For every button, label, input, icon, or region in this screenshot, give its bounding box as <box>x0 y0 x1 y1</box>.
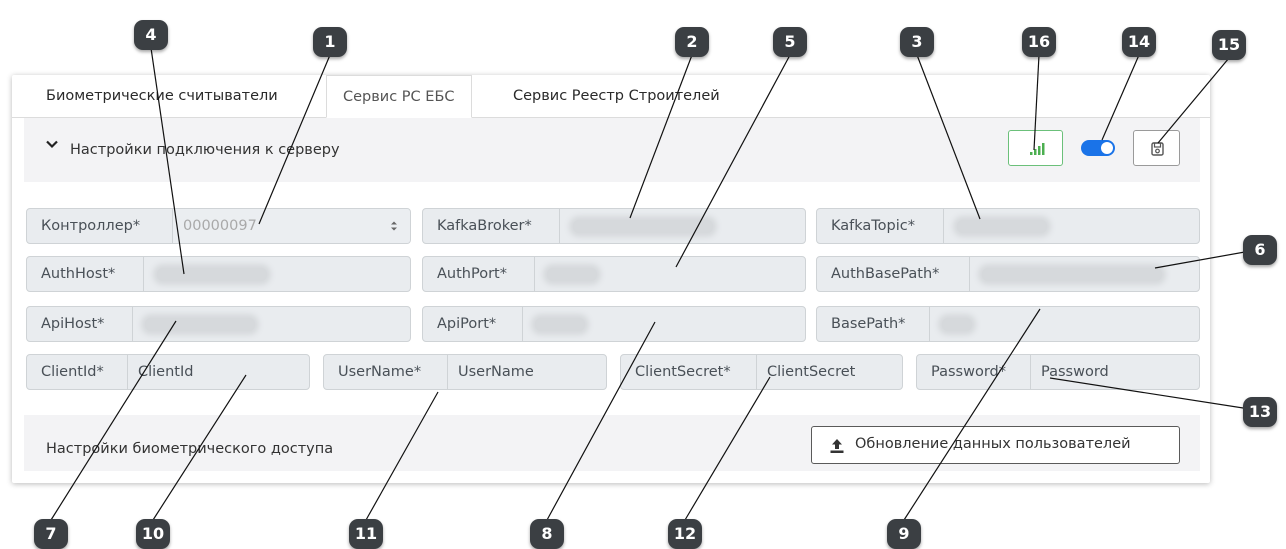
kafka-topic-label: KafkaTopic* <box>817 209 944 243</box>
save-button[interactable] <box>1133 130 1180 166</box>
api-port-value-redacted <box>535 318 585 331</box>
auth-base-path-field[interactable]: AuthBasePath* <box>816 256 1200 292</box>
kafka-topic-value-redacted <box>957 220 1047 233</box>
api-host-field[interactable]: ApiHost* <box>26 306 411 342</box>
upload-icon <box>830 439 844 453</box>
user-name-label: UserName* <box>324 355 448 389</box>
api-host-value-redacted <box>145 318 255 331</box>
callout-badge: 4 <box>134 20 168 50</box>
password-label: Password* <box>917 355 1031 389</box>
callout-badge: 9 <box>887 519 921 549</box>
user-name-field[interactable]: UserName* UserName <box>323 354 607 390</box>
callout-badge: 10 <box>136 519 170 549</box>
client-secret-label: ClientSecret* <box>621 355 757 389</box>
biometric-settings-title: Настройки биометрического доступа <box>46 441 334 457</box>
update-users-label: Обновление данных пользователей <box>855 436 1131 452</box>
password-field[interactable]: Password* Password <box>916 354 1200 390</box>
base-path-value-redacted <box>942 318 972 331</box>
connection-status-button[interactable] <box>1008 130 1063 166</box>
server-settings-title: Настройки подключения к серверу <box>70 142 340 158</box>
client-id-label: ClientId* <box>27 355 128 389</box>
callout-badge: 15 <box>1212 30 1246 60</box>
auth-host-label: AuthHost* <box>27 257 144 291</box>
client-id-value: ClientId <box>138 364 194 380</box>
kafka-topic-field[interactable]: KafkaTopic* <box>816 208 1200 244</box>
tab-builders-registry-service[interactable]: Сервис Реестр Строителей <box>497 75 736 118</box>
kafka-broker-field[interactable]: KafkaBroker* <box>422 208 806 244</box>
auth-port-field[interactable]: AuthPort* <box>422 256 806 292</box>
client-secret-value: ClientSecret <box>767 364 856 380</box>
auth-base-path-label: AuthBasePath* <box>817 257 970 291</box>
callout-badge: 11 <box>349 519 383 549</box>
api-port-field[interactable]: ApiPort* <box>422 306 806 342</box>
auth-port-value-redacted <box>547 268 597 281</box>
callout-badge: 5 <box>773 27 807 57</box>
callout-badge: 14 <box>1122 27 1156 57</box>
controller-value: 00000097 <box>173 209 410 243</box>
client-id-field[interactable]: ClientId* ClientId <box>26 354 310 390</box>
auth-host-field[interactable]: AuthHost* <box>26 256 411 292</box>
update-users-button[interactable]: Обновление данных пользователей <box>811 426 1180 464</box>
client-secret-field[interactable]: ClientSecret* ClientSecret <box>620 354 903 390</box>
callout-badge: 3 <box>900 27 934 57</box>
callout-badge: 1 <box>313 27 347 57</box>
select-arrows-icon <box>391 221 397 231</box>
auth-port-label: AuthPort* <box>423 257 535 291</box>
callout-badge: 13 <box>1243 397 1277 427</box>
api-host-label: ApiHost* <box>27 307 133 341</box>
chevron-down-icon[interactable] <box>46 138 58 150</box>
tab-rs-ebs-service[interactable]: Сервис РС ЕБС <box>326 75 472 118</box>
signal-bars-icon <box>1030 143 1045 155</box>
password-value: Password <box>1041 364 1109 380</box>
base-path-field[interactable]: BasePath* <box>816 306 1200 342</box>
callout-badge: 2 <box>675 27 709 57</box>
callout-badge: 16 <box>1022 27 1056 57</box>
controller-label: Контроллер* <box>27 209 173 243</box>
auth-base-path-value-redacted <box>982 268 1162 281</box>
floppy-disk-icon <box>1151 142 1164 156</box>
callout-badge: 7 <box>34 519 68 549</box>
base-path-label: BasePath* <box>817 307 930 341</box>
controller-select[interactable]: Контроллер* 00000097 <box>26 208 411 244</box>
tab-biometric-readers[interactable]: Биометрические считыватели <box>30 75 294 118</box>
user-name-value: UserName <box>458 364 534 380</box>
api-port-label: ApiPort* <box>423 307 523 341</box>
auth-host-value-redacted <box>157 268 267 281</box>
kafka-broker-value-redacted <box>573 220 713 233</box>
callout-badge: 6 <box>1243 235 1277 265</box>
enable-toggle[interactable] <box>1081 140 1115 156</box>
callout-badge: 12 <box>668 519 702 549</box>
kafka-broker-label: KafkaBroker* <box>423 209 560 243</box>
callout-badge: 8 <box>530 519 564 549</box>
